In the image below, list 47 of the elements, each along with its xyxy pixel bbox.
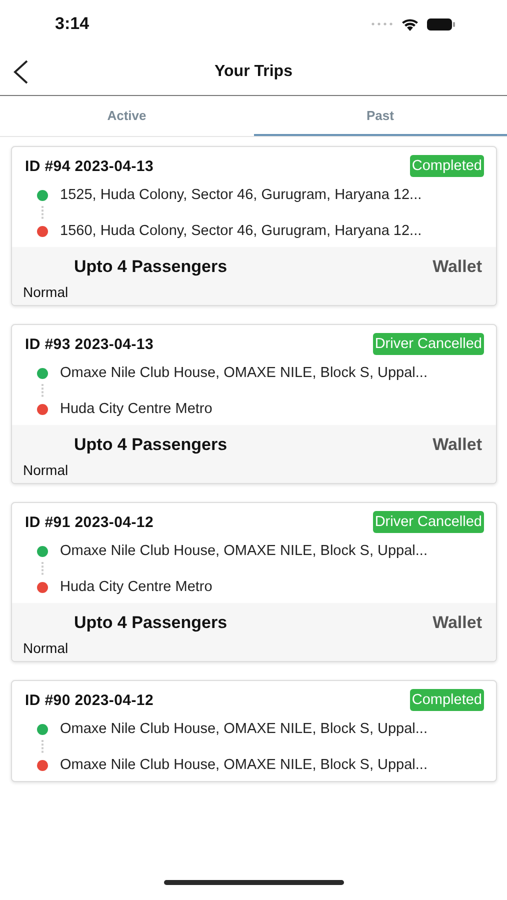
status-badge: Driver Cancelled xyxy=(372,333,484,355)
route-dots-icon xyxy=(41,562,44,576)
address-text: Omaxe Nile Club House, OMAXE NILE, Block S, Uppal... xyxy=(60,757,428,773)
page-title: Your Trips xyxy=(214,62,292,80)
drop-dot xyxy=(37,226,48,236)
wifi-icon xyxy=(401,18,419,30)
passenger-capacity: Upto 4 Passengers xyxy=(74,613,228,633)
pickup-dot xyxy=(37,368,48,378)
trip-card[interactable]: ID #91 2023-04-12 Driver Cancelled Omaxe Nile Club House, OMAXE NILE, Block S, Uppal... Huda City Centre Metro Upto 4 Passengers Wallet Normal xyxy=(11,502,497,662)
drop-dot xyxy=(37,404,48,414)
pickup-dot xyxy=(37,546,48,556)
route-dots-icon xyxy=(41,740,44,754)
address-text: Omaxe Nile Club House, OMAXE NILE, Block S, Uppal... xyxy=(60,365,428,381)
trip-card[interactable]: ID #93 2023-04-13 Driver Cancelled Omaxe Nile Club House, OMAXE NILE, Block S, Uppal... Huda City Centre Metro Upto 4 Passengers Wallet Normal xyxy=(11,324,497,484)
back-icon[interactable] xyxy=(12,59,30,85)
drop-dot xyxy=(37,582,48,592)
status-badge: Completed xyxy=(410,155,484,177)
ride-category: Normal xyxy=(23,640,68,656)
payment-method: Wallet xyxy=(432,257,482,277)
trip-card[interactable]: ID #94 2023-04-13 Completed 1525, Huda Colony, Sector 46, Gurugram, Haryana 12... 1560, Huda Colony, Sector 46, Gurugram, Haryana 12... Upto 4 Passengers Wallet Normal xyxy=(11,146,497,306)
address-text: Huda City Centre Metro xyxy=(60,401,212,417)
address-text: Omaxe Nile Club House, OMAXE NILE, Block S, Uppal... xyxy=(60,543,428,559)
address-text: Omaxe Nile Club House, OMAXE NILE, Block S, Uppal... xyxy=(60,721,428,737)
ride-category: Normal xyxy=(23,284,68,300)
trip-id: ID #90 2023-04-12 xyxy=(25,692,154,708)
battery-icon xyxy=(427,18,455,30)
address-text: 1525, Huda Colony, Sector 46, Gurugram, Haryana 12... xyxy=(60,187,422,203)
status-time: 3:14 xyxy=(55,14,90,34)
status-badge: Completed xyxy=(410,689,484,711)
signal-icon xyxy=(371,22,393,26)
trip-id: ID #94 2023-04-13 xyxy=(25,158,154,174)
route-dots-icon xyxy=(41,206,44,220)
trip-id: ID #91 2023-04-12 xyxy=(25,514,154,530)
address-text: Huda City Centre Metro xyxy=(60,579,212,595)
trip-id: ID #93 2023-04-13 xyxy=(25,336,154,352)
drop-dot xyxy=(37,760,48,770)
pickup-dot xyxy=(37,190,48,200)
passenger-capacity: Upto 4 Passengers xyxy=(74,257,228,277)
ride-category: Normal xyxy=(23,462,68,478)
passenger-capacity: Upto 4 Passengers xyxy=(74,435,228,455)
trip-card[interactable]: ID #90 2023-04-12 Completed Omaxe Nile Club House, OMAXE NILE, Block S, Uppal... Omaxe Nile Club House, OMAXE NILE, Block S, Uppal... xyxy=(11,680,497,782)
route-dots-icon xyxy=(41,384,44,398)
payment-method: Wallet xyxy=(432,435,482,455)
address-text: 1560, Huda Colony, Sector 46, Gurugram, Haryana 12... xyxy=(60,223,422,239)
status-badge: Driver Cancelled xyxy=(372,511,484,533)
payment-method: Wallet xyxy=(432,613,482,633)
pickup-dot xyxy=(37,724,48,734)
